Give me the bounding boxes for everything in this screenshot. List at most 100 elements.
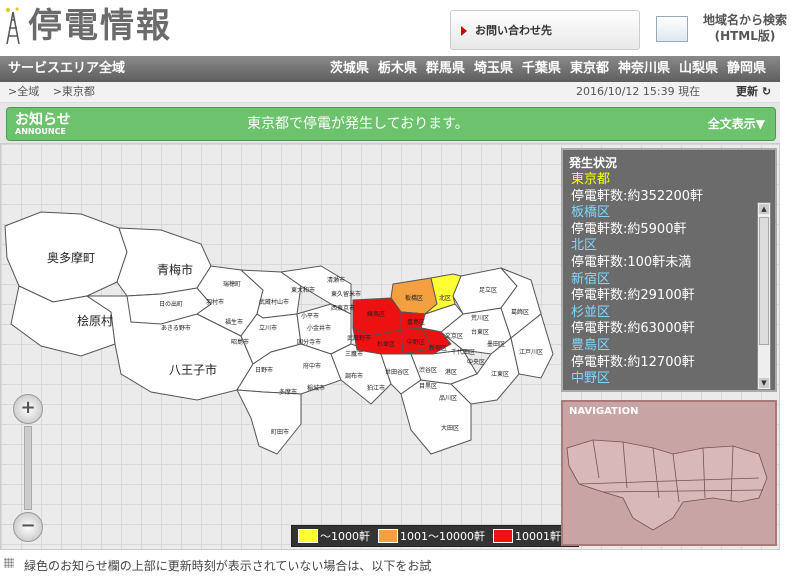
status-ward-link[interactable]: 新宿区	[571, 272, 756, 289]
map-label-sumida: 墨田区	[487, 341, 505, 348]
contact-label: お問い合わせ先	[475, 24, 552, 37]
map-label-akiruno: あきる野市	[161, 324, 191, 332]
status-ward-link[interactable]: 豊島区	[571, 338, 756, 355]
map-label-hinohara: 桧原村	[77, 313, 113, 328]
map-label-tachikawa: 立川市	[259, 324, 277, 332]
region-navbar: サービスエリア全域 茨城県 栃木県 群馬県 埼玉県 千葉県 東京都 神奈川県 山…	[0, 56, 780, 82]
update-timestamp: 2016/10/12 15:39 現在	[576, 85, 701, 98]
refresh-icon: ↻	[761, 85, 772, 98]
pref-link-shizuoka[interactable]: 静岡県	[727, 56, 766, 82]
map-label-bunkyo: 文京区	[445, 332, 463, 340]
legend-swatch-mid	[378, 529, 398, 543]
show-full-text-button[interactable]: 全文表示▼	[708, 108, 765, 140]
pref-link-gunma[interactable]: 群馬県	[426, 56, 465, 82]
pref-link-saitama[interactable]: 埼玉県	[474, 56, 513, 82]
zoom-in-icon[interactable]: +	[13, 394, 43, 424]
breadcrumb-tokyo[interactable]: >東京都	[53, 85, 95, 98]
map-label-higashikurume: 東久留米市	[331, 290, 361, 298]
page-footer-note: 緑色のお知らせ欄の上部に更新時刻が表示されていない場合は、以下をお試	[0, 556, 803, 578]
status-ward-link[interactable]: 中野区	[571, 371, 756, 386]
outage-count: 停電軒数:約29100軒	[571, 288, 695, 304]
map-label-ota: 大田区	[441, 424, 459, 432]
map-label-nishitokyo: 西東京市	[331, 304, 355, 312]
service-area-link[interactable]: サービスエリア全域	[8, 56, 125, 82]
refresh-button[interactable]: 更新 ↻	[736, 82, 771, 102]
pref-link-yamanashi[interactable]: 山梨県	[679, 56, 718, 82]
map-label-toshima: 豊島区	[407, 318, 425, 326]
power-tower-icon	[6, 7, 20, 45]
breadcrumb: >全域 >東京都	[8, 82, 105, 102]
map-area: 奥多摩町 青梅市 桧原村 八王子市 日の出町 あきる野市 羽村市 瑞穂町 武蔵村…	[0, 143, 780, 550]
map-label-okutama: 奥多摩町	[47, 250, 95, 265]
announce-message: 東京都で停電が発生しております。	[247, 116, 469, 132]
status-ward-link[interactable]: 杉並区	[571, 305, 756, 322]
region-ome	[116, 227, 212, 297]
page-thumbnail-icon	[656, 16, 688, 42]
footer-text: 緑色のお知らせ欄の上部に更新時刻が表示されていない場合は、以下をお試	[24, 559, 432, 573]
status-prefecture-link[interactable]: 東京都	[571, 172, 756, 189]
status-heading: 発生状況	[569, 156, 618, 170]
pref-link-kanagawa[interactable]: 神奈川県	[618, 56, 670, 82]
refresh-label: 更新	[736, 85, 758, 98]
legend-item-mid: 1001〜10000軒	[378, 528, 485, 544]
search-link-line1: 地域名から検索	[702, 13, 787, 27]
map-label-hamura: 羽村市	[206, 298, 224, 306]
map-label-ome: 青梅市	[157, 262, 193, 277]
minimap-outline	[566, 439, 768, 531]
search-link-line2: (HTML版)	[714, 29, 776, 43]
dotted-bullet-icon	[4, 558, 14, 568]
map-label-chiyoda: 千代田区	[451, 348, 475, 356]
contact-button[interactable]: お問い合わせ先	[450, 10, 640, 50]
announce-subtitle: ANNOUNCE	[15, 127, 66, 136]
search-by-area-link[interactable]: 地域名から検索 (HTML版)	[654, 12, 800, 46]
announce-title: お知らせ	[15, 112, 71, 128]
map-label-mizuho: 瑞穂町	[223, 280, 241, 288]
map-label-hachioji: 八王子市	[169, 362, 217, 377]
outage-count: 停電軒数:約63000軒	[571, 321, 695, 337]
navigation-minimap[interactable]: NAVIGATION	[561, 400, 777, 546]
zoom-control: + −	[13, 394, 43, 544]
scroll-thumb[interactable]	[759, 217, 769, 345]
scroll-up-icon[interactable]: ▲	[759, 204, 769, 214]
map-label-fuchu: 府中市	[303, 362, 321, 370]
tokyo-outage-map[interactable]: 奥多摩町 青梅市 桧原村 八王子市 日の出町 あきる野市 羽村市 瑞穂町 武蔵村…	[1, 204, 556, 474]
map-label-hino: 日野市	[255, 366, 273, 374]
map-label-akishima: 昭島市	[231, 338, 249, 346]
legend-label-low: 〜1000軒	[320, 530, 370, 543]
outage-count: 停電軒数:100軒未満	[571, 254, 692, 270]
map-label-katsushika: 葛飾区	[511, 308, 529, 316]
map-label-chofu: 調布市	[345, 372, 363, 380]
zoom-out-icon[interactable]: −	[13, 512, 43, 542]
map-legend: 〜1000軒 1001〜10000軒 10001軒〜	[291, 525, 579, 547]
map-label-machida: 町田市	[271, 428, 289, 436]
zoom-slider[interactable]	[24, 426, 32, 510]
pref-link-chiba[interactable]: 千葉県	[522, 56, 561, 82]
navigation-heading: NAVIGATION	[569, 406, 639, 417]
breadcrumb-all[interactable]: >全域	[8, 85, 39, 98]
map-label-shinjuku: 新宿区	[429, 344, 447, 352]
map-label-adachi: 足立区	[479, 286, 497, 294]
map-label-suginami: 杉並区	[377, 340, 395, 348]
announce-bar: お知らせ ANNOUNCE 東京都で停電が発生しております。 全文表示▼	[6, 107, 776, 141]
status-scrollbar[interactable]: ▲ ▼	[757, 202, 771, 390]
map-label-musashimurayama: 武蔵村山市	[259, 298, 289, 306]
map-label-koto: 江東区	[491, 370, 509, 378]
map-label-shinagawa: 品川区	[439, 395, 457, 402]
map-label-komae: 狛江市	[367, 384, 385, 392]
map-label-itabashi: 板橋区	[405, 294, 423, 302]
breadcrumb-bar: >全域 >東京都 2016/10/12 15:39 現在 更新 ↻	[0, 82, 780, 103]
pref-link-tokyo[interactable]: 東京都	[570, 56, 609, 82]
map-label-mitaka: 三鷹市	[345, 350, 363, 358]
arrow-right-icon	[461, 26, 467, 36]
pref-link-tochigi[interactable]: 栃木県	[378, 56, 417, 82]
status-ward-link[interactable]: 板橋区	[571, 205, 756, 222]
prefecture-links: 茨城県 栃木県 群馬県 埼玉県 千葉県 東京都 神奈川県 山梨県 静岡県	[330, 56, 766, 82]
site-logo[interactable]: 停電情報	[28, 6, 172, 46]
legend-label-mid: 1001〜10000軒	[400, 530, 485, 543]
map-label-edogawa: 江戸川区	[519, 349, 543, 356]
status-ward-link[interactable]: 北区	[571, 238, 756, 255]
outage-count: 停電軒数:約352200軒	[571, 188, 704, 204]
map-label-fussa: 福生市	[225, 318, 243, 326]
scroll-down-icon[interactable]: ▼	[759, 378, 769, 388]
pref-link-ibaraki[interactable]: 茨城県	[330, 56, 369, 82]
